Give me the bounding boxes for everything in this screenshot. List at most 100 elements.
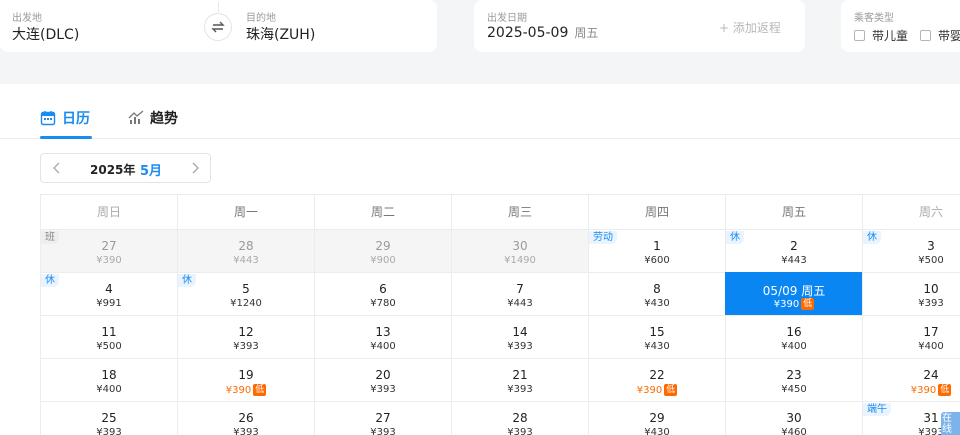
day-number: 22 — [649, 368, 665, 382]
calendar-day-cell[interactable]: 24 ¥390 低 — [862, 358, 960, 401]
calendar-day-cell[interactable]: 11 ¥500 — [40, 315, 177, 358]
fare-price: ¥780 — [315, 298, 451, 309]
destination-field[interactable]: 珠海(ZUH) — [246, 24, 315, 44]
calendar-day-cell[interactable]: 劳动 1 ¥600 — [588, 229, 725, 272]
checkbox-box[interactable] — [854, 30, 865, 41]
calendar-day-cell[interactable]: 30 ¥1490 — [451, 229, 588, 272]
next-month-button[interactable] — [187, 160, 203, 176]
calendar-day-cell[interactable]: 28 ¥393 — [451, 401, 588, 435]
swap-arrows-icon — [211, 21, 225, 33]
fare-price: ¥900 — [315, 255, 451, 266]
fare-price: ¥600 — [589, 255, 725, 266]
calendar-day-cell[interactable]: 14 ¥393 — [451, 315, 588, 358]
day-number: 27 — [375, 411, 391, 425]
fare-price: ¥393 — [452, 427, 588, 435]
tab-trend[interactable]: 趋势 — [128, 108, 178, 128]
calendar-day-cell[interactable]: 29 ¥900 — [314, 229, 451, 272]
calendar-day-cell[interactable]: 25 ¥393 — [40, 401, 177, 435]
calendar-day-cell[interactable]: 20 ¥393 — [314, 358, 451, 401]
fare-price: ¥393 — [315, 384, 451, 395]
day-number: 14 — [512, 325, 528, 339]
swap-cities-button[interactable] — [204, 13, 232, 41]
prev-month-button[interactable] — [49, 160, 65, 176]
fare-price: ¥393 — [178, 341, 314, 352]
fare-price: ¥430 — [589, 298, 725, 309]
calendar-day-cell[interactable]: 休 3 ¥500 — [862, 229, 960, 272]
calendar-day-cell[interactable]: 27 ¥393 — [314, 401, 451, 435]
fare-price: ¥443 — [726, 255, 862, 266]
calendar-day-cell[interactable]: 8 ¥430 — [588, 272, 725, 315]
fare-price: ¥1490 — [452, 255, 588, 266]
fare-price: ¥500 — [41, 341, 177, 352]
month-navigator: 2025年 5月 — [40, 153, 211, 183]
month-label[interactable]: 5月 — [140, 160, 162, 179]
calendar-day-cell[interactable]: 13 ¥400 — [314, 315, 451, 358]
day-number: 11 — [101, 325, 117, 339]
calendar-day-cell[interactable]: 7 ¥443 — [451, 272, 588, 315]
price-value: ¥991 — [96, 298, 122, 309]
calendar-day-cell[interactable]: 22 ¥390 低 — [588, 358, 725, 401]
calendar-day-cell[interactable]: 休 4 ¥991 — [40, 272, 177, 315]
origin-label: 出发地 — [12, 13, 42, 24]
calendar-day-cell[interactable]: 12 ¥393 — [177, 315, 314, 358]
fare-price: ¥1240 — [178, 298, 314, 309]
fare-price: ¥443 — [178, 255, 314, 266]
destination-label: 目的地 — [246, 13, 276, 24]
day-number: 2 — [790, 239, 798, 253]
fare-price: ¥430 — [589, 427, 725, 435]
checkbox-box[interactable] — [920, 30, 931, 41]
price-value: ¥400 — [96, 384, 122, 395]
calendar-day-cell[interactable]: 休 5 ¥1240 — [177, 272, 314, 315]
fare-price: ¥393 — [178, 427, 314, 435]
day-number: 27 — [101, 239, 117, 253]
fare-price: ¥400 — [863, 341, 960, 352]
calendar-day-cell[interactable]: 30 ¥460 — [725, 401, 862, 435]
fare-price: ¥390 — [41, 255, 177, 266]
calendar-day-cell[interactable]: 19 ¥390 低 — [177, 358, 314, 401]
date-card: 出发日期 2025-05-09 周五 + 添加返程 — [474, 0, 805, 52]
calendar-day-cell[interactable]: 28 ¥443 — [177, 229, 314, 272]
with-infant-checkbox[interactable]: 带婴 — [920, 27, 960, 44]
calendar-day-cell[interactable]: 26 ¥393 — [177, 401, 314, 435]
online-help-button[interactable]: 在线 — [941, 412, 960, 435]
calendar-day-cell[interactable]: 休 2 ¥443 — [725, 229, 862, 272]
day-number: 24 — [923, 368, 939, 382]
calendar-day-cell-selected[interactable]: 05/09 周五 ¥390 低 — [725, 272, 862, 315]
calendar-day-cell[interactable]: 6 ¥780 — [314, 272, 451, 315]
calendar-day-cell[interactable]: 21 ¥393 — [451, 358, 588, 401]
price-value: ¥393 — [507, 384, 533, 395]
calendar-day-cell[interactable]: 16 ¥400 — [725, 315, 862, 358]
price-value: ¥393 — [918, 427, 944, 435]
weekday-header-cell: 周四 — [588, 194, 725, 229]
with-child-checkbox[interactable]: 带儿童 — [854, 27, 908, 44]
fare-price: ¥500 — [863, 255, 960, 266]
departure-date-field[interactable]: 2025-05-09 周五 — [487, 24, 598, 41]
calendar-day-cell[interactable]: 17 ¥400 — [862, 315, 960, 358]
price-value: ¥430 — [644, 427, 670, 435]
calendar-day-cell[interactable]: 29 ¥430 — [588, 401, 725, 435]
calendar-day-cell[interactable]: 班 27 ¥390 — [40, 229, 177, 272]
tab-calendar[interactable]: 日历 — [40, 108, 90, 128]
fare-price: ¥460 — [726, 427, 862, 435]
calendar-day-cell[interactable]: 10 ¥393 — [862, 272, 960, 315]
fare-price: ¥430 — [589, 341, 725, 352]
calendar-day-cell[interactable]: 23 ¥450 — [725, 358, 862, 401]
chevron-right-icon — [192, 162, 199, 174]
calendar-day-cell[interactable]: 15 ¥430 — [588, 315, 725, 358]
day-number: 3 — [927, 239, 935, 253]
price-value: ¥1490 — [504, 255, 536, 266]
origin-field[interactable]: 大连(DLC) — [12, 24, 79, 44]
price-value: ¥450 — [781, 384, 807, 395]
price-value: ¥393 — [370, 427, 396, 435]
day-number: 21 — [512, 368, 528, 382]
day-number: 28 — [512, 411, 528, 425]
passenger-card: 乘客类型 带儿童 带婴 — [841, 0, 960, 52]
fare-price: ¥393 — [863, 298, 960, 309]
calendar-day-cell[interactable]: 18 ¥400 — [40, 358, 177, 401]
weekday-header-cell: 周五 — [725, 194, 862, 229]
price-value: ¥430 — [644, 341, 670, 352]
add-return-button[interactable]: + 添加返程 — [719, 19, 781, 36]
divider — [218, 2, 219, 12]
day-number: 6 — [379, 282, 387, 296]
date-label: 出发日期 — [487, 13, 527, 24]
